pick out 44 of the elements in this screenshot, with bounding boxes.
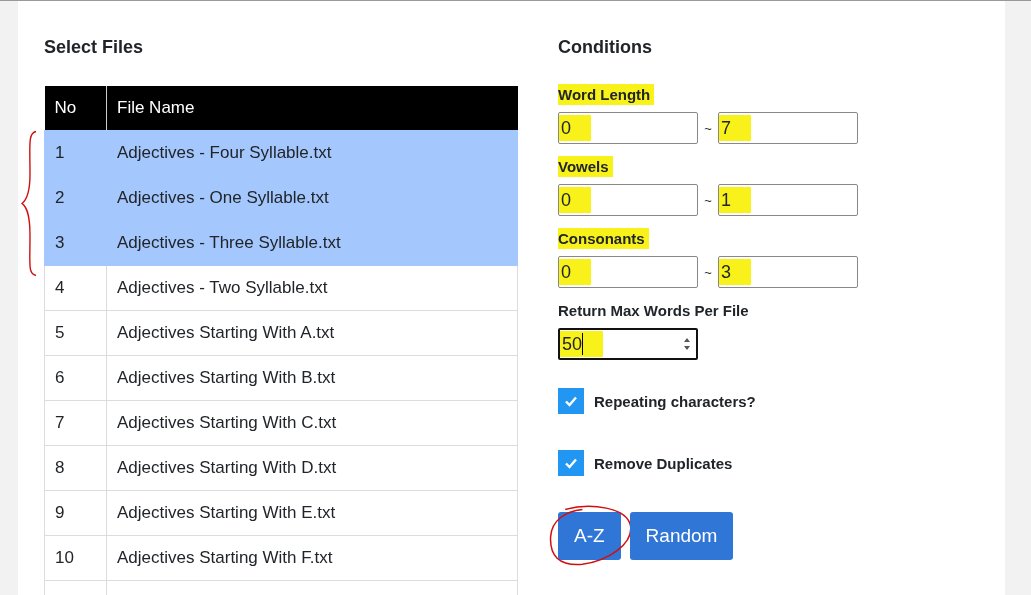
column-header: File Name <box>106 86 518 131</box>
table-cell: 5 <box>55 323 65 342</box>
field-label: Word Length <box>558 84 655 105</box>
input-field[interactable]: 1 <box>718 184 858 216</box>
table-cell: Adjectives - Three Syllable.txt <box>117 233 341 252</box>
table-cell: 7 <box>55 413 65 432</box>
input-field[interactable]: 7 <box>718 112 858 144</box>
field-label: Vowels <box>558 156 613 177</box>
table-cell: Adjectives - Two Syllable.txt <box>117 278 328 297</box>
input-field[interactable]: 0 <box>558 112 698 144</box>
number-field[interactable]: 50 <box>558 328 698 360</box>
table-cell: Adjectives Starting With D.txt <box>117 458 337 477</box>
input-field[interactable]: 0 <box>558 256 698 288</box>
table-cell: Adjectives Starting With A.txt <box>117 323 335 342</box>
table-cell: 4 <box>55 278 65 297</box>
table-cell: 1 <box>55 143 65 162</box>
checkbox[interactable] <box>558 450 584 476</box>
table-cell: 10 <box>55 548 74 567</box>
table-cell: 9 <box>55 503 65 522</box>
table-cell: 8 <box>55 458 65 477</box>
table-cell: Adjectives - One Syllable.txt <box>117 188 329 207</box>
table-cell: 3 <box>55 233 65 252</box>
checkbox-label: Repeating characters? <box>594 392 756 410</box>
table-cell: Adjectives - Four Syllable.txt <box>117 143 332 162</box>
checkbox-label: Remove Duplicates <box>594 454 733 472</box>
table-cell: Adjectives Starting With E.txt <box>117 503 336 522</box>
field-label: Return Max Words Per File <box>558 301 750 321</box>
table-cell: 6 <box>55 368 65 387</box>
sort-button[interactable]: Random <box>629 512 734 560</box>
input-field[interactable]: 3 <box>718 256 858 288</box>
range-separator: ~ <box>703 192 713 208</box>
field-label: Consonants <box>558 228 649 249</box>
column-header: No <box>44 86 107 131</box>
sort-button[interactable]: A-Z <box>558 512 621 560</box>
range-separator: ~ <box>703 264 713 280</box>
table-cell: Adjectives Starting With C.txt <box>117 413 337 432</box>
table-cell: Adjectives Starting With F.txt <box>117 548 333 567</box>
section-title: Conditions <box>558 37 653 59</box>
input-field[interactable]: 0 <box>558 184 698 216</box>
table-cell: 2 <box>55 188 65 207</box>
table-cell: Adjectives Starting With B.txt <box>117 368 336 387</box>
checkbox[interactable] <box>558 388 584 414</box>
range-separator: ~ <box>703 120 713 136</box>
section-title: Select Files <box>44 37 145 59</box>
